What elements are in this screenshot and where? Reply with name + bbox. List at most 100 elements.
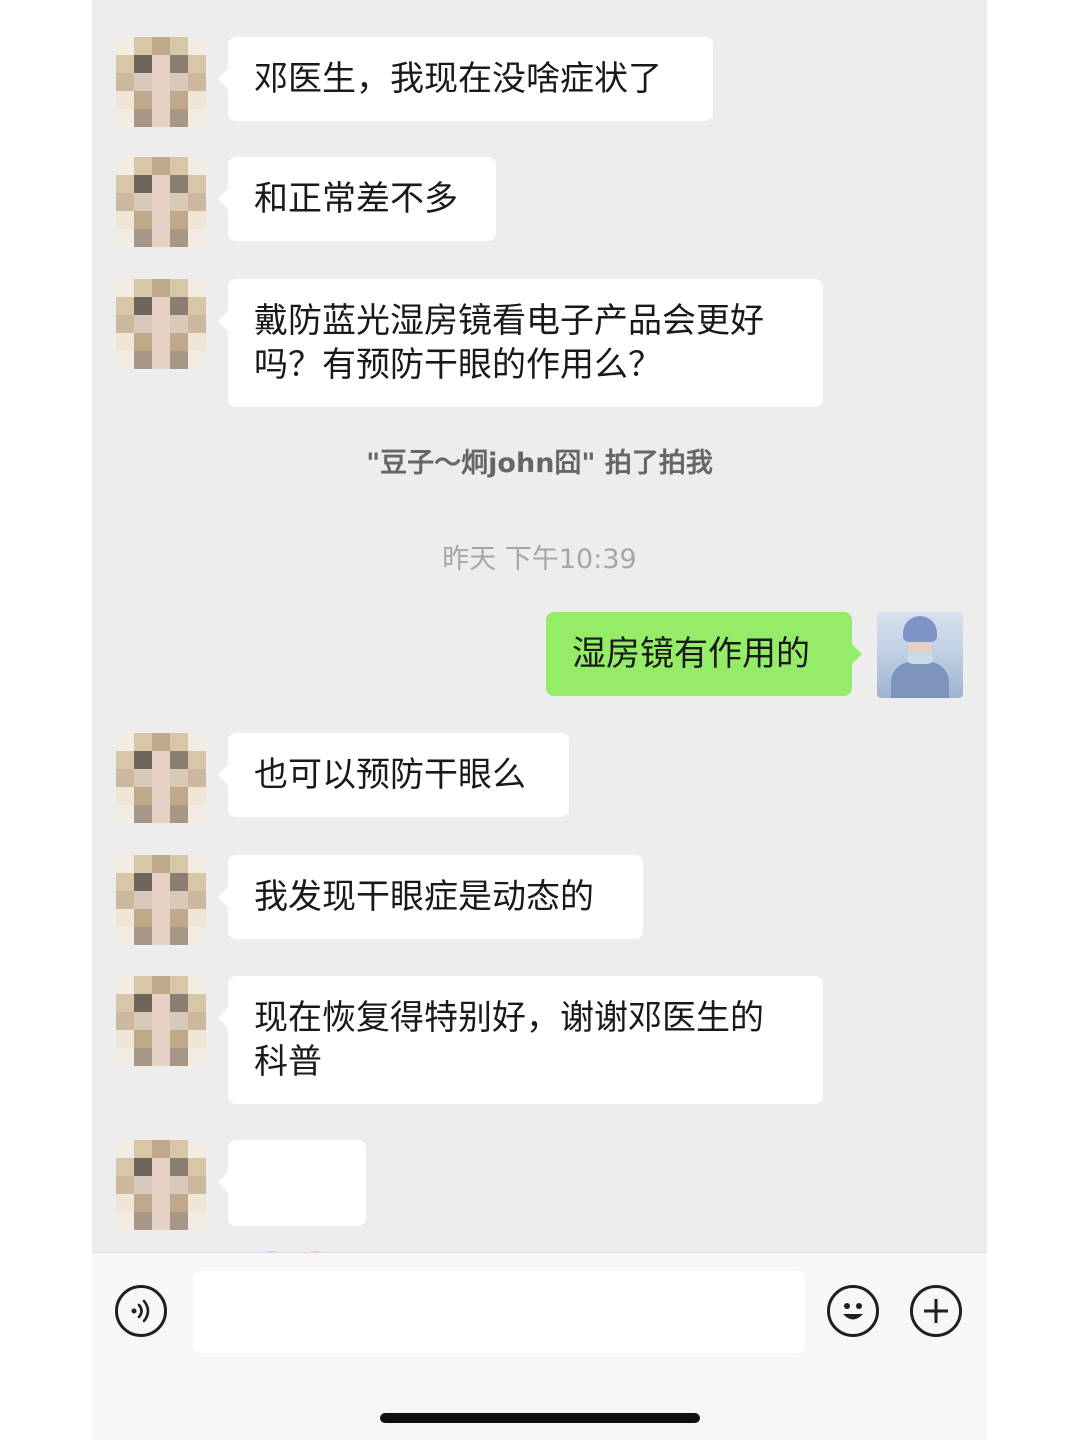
input-toolbar: [92, 1252, 987, 1440]
avatar-pixel: [134, 229, 152, 247]
message-bubble[interactable]: 湿房镜有作用的: [546, 612, 862, 696]
avatar-pixel: [188, 333, 206, 351]
avatar-pixel: [116, 733, 134, 751]
avatar-pixel: [188, 351, 206, 369]
avatar-pixel: [116, 91, 134, 109]
avatar-pixel: [134, 297, 152, 315]
avatar-pixel: [134, 175, 152, 193]
avatar-pixel: [134, 211, 152, 229]
avatar-pixel: [152, 1176, 170, 1194]
avatar-pixel: [152, 1030, 170, 1048]
avatar-pixel: [116, 37, 134, 55]
message-bubble[interactable]: [218, 1140, 366, 1293]
contact-avatar[interactable]: [116, 279, 206, 369]
message-bubble[interactable]: 也可以预防干眼么: [218, 733, 569, 817]
avatar-pixel: [188, 211, 206, 229]
avatar-pixel: [134, 37, 152, 55]
message-list[interactable]: 邓医生，我现在没啥症状了 和正常差不多 戴防蓝光湿房镜看电子产品会更好 吗？有预…: [92, 0, 987, 1293]
avatar-pixel: [152, 787, 170, 805]
contact-avatar[interactable]: [116, 37, 206, 127]
message-row: 邓医生，我现在没啥症状了: [92, 37, 987, 127]
avatar-pixel: [188, 109, 206, 127]
avatar-pixel: [170, 927, 188, 945]
avatar-pixel: [188, 994, 206, 1012]
avatar-pixel: [134, 1012, 152, 1030]
message-bubble[interactable]: 和正常差不多: [218, 157, 496, 241]
avatar-pixel: [170, 891, 188, 909]
avatar-pixel: [116, 1212, 134, 1230]
avatar-pixel: [170, 157, 188, 175]
avatar-pixel: [134, 769, 152, 787]
contact-avatar[interactable]: [116, 157, 206, 247]
message-bubble[interactable]: 戴防蓝光湿房镜看电子产品会更好 吗？有预防干眼的作用么？: [218, 279, 823, 407]
avatar-pixel: [152, 1194, 170, 1212]
avatar-pixel: [116, 1030, 134, 1048]
contact-avatar[interactable]: [116, 1140, 206, 1230]
my-avatar[interactable]: [877, 612, 963, 698]
avatar-pixel: [134, 109, 152, 127]
avatar-pixel: [170, 1176, 188, 1194]
message-text: 和正常差不多: [254, 179, 458, 219]
pat-notice: "豆子～炯john囧" 拍了拍我: [366, 448, 713, 479]
avatar-pixel: [134, 1030, 152, 1048]
message-row: 戴防蓝光湿房镜看电子产品会更好 吗？有预防干眼的作用么？: [92, 279, 987, 409]
avatar-pixel: [170, 1212, 188, 1230]
avatar-pixel: [134, 351, 152, 369]
avatar-pixel: [134, 733, 152, 751]
avatar-pixel: [152, 55, 170, 73]
avatar-pixel: [134, 873, 152, 891]
message-bubble[interactable]: 现在恢复得特别好，谢谢邓医生的 科普: [218, 976, 823, 1104]
avatar-pixel: [152, 229, 170, 247]
avatar-pixel: [152, 805, 170, 823]
avatar-pixel: [188, 787, 206, 805]
avatar-pixel: [188, 909, 206, 927]
voice-button[interactable]: [115, 1285, 167, 1337]
avatar-pixel: [116, 211, 134, 229]
avatar-pixel: [134, 909, 152, 927]
home-indicator[interactable]: [380, 1413, 700, 1423]
message-row: 湿房镜有作用的: [92, 612, 987, 698]
contact-avatar[interactable]: [116, 733, 206, 823]
contact-avatar[interactable]: [116, 976, 206, 1066]
avatar-pixel: [152, 751, 170, 769]
avatar-pixel: [170, 751, 188, 769]
avatar-pixel: [116, 1176, 134, 1194]
avatar-pixel: [116, 855, 134, 873]
avatar-pixel: [170, 909, 188, 927]
avatar-pixel: [134, 927, 152, 945]
avatar-pixel: [170, 279, 188, 297]
avatar-pixel: [134, 91, 152, 109]
message-input[interactable]: [193, 1271, 805, 1353]
emoji-button[interactable]: [827, 1285, 879, 1337]
avatar-pixel: [116, 1140, 134, 1158]
avatar-pixel: [152, 873, 170, 891]
avatar-pixel: [116, 891, 134, 909]
avatar-pixel: [188, 73, 206, 91]
avatar-pixel: [188, 229, 206, 247]
avatar-pixel: [152, 891, 170, 909]
avatar-pixel: [152, 1212, 170, 1230]
avatar-pixel: [152, 91, 170, 109]
avatar-pixel: [170, 91, 188, 109]
message-bubble[interactable]: 邓医生，我现在没啥症状了: [218, 37, 713, 121]
avatar-pixel: [134, 891, 152, 909]
message-text: 现在恢复得特别好，谢谢邓医生的 科普: [254, 998, 764, 1082]
avatar-pixel: [170, 1158, 188, 1176]
more-button[interactable]: [910, 1285, 962, 1337]
avatar-pixel: [134, 1194, 152, 1212]
avatar-pixel: [116, 333, 134, 351]
avatar-pixel: [188, 193, 206, 211]
avatar-pixel: [152, 211, 170, 229]
message-row: 和正常差不多: [92, 157, 987, 247]
avatar-pixel: [134, 315, 152, 333]
contact-avatar[interactable]: [116, 855, 206, 945]
avatar-pixel: [170, 855, 188, 873]
chat-screen: 邓医生，我现在没啥症状了 和正常差不多 戴防蓝光湿房镜看电子产品会更好 吗？有预…: [92, 0, 987, 1440]
avatar-pixel: [170, 351, 188, 369]
avatar-pixel: [188, 297, 206, 315]
avatar-pixel: [188, 1140, 206, 1158]
avatar-pixel: [188, 1158, 206, 1176]
message-bubble[interactable]: 我发现干眼症是动态的: [218, 855, 643, 939]
avatar-pixel: [188, 175, 206, 193]
message-row: [92, 1140, 987, 1293]
